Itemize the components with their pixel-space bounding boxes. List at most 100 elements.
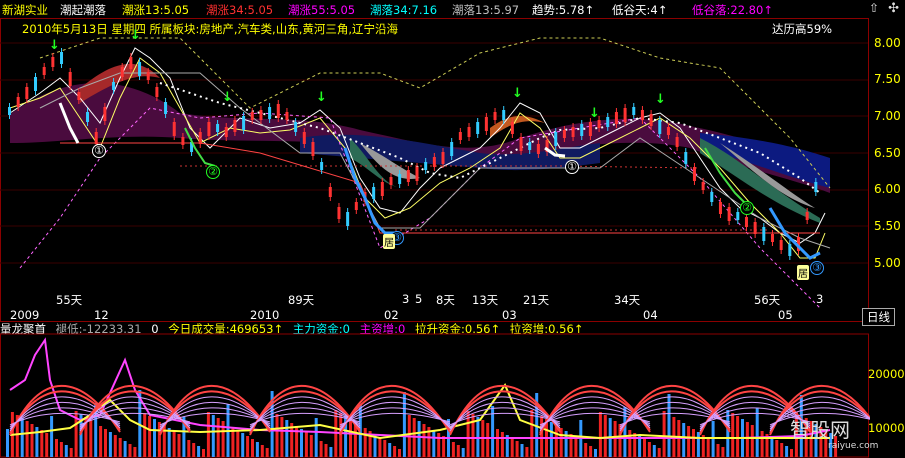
price-tick: 7.00 [874, 109, 901, 123]
volume-bar [202, 449, 205, 457]
volume-bar [652, 445, 656, 457]
volume-bar [574, 437, 578, 457]
volume-bar [378, 437, 382, 457]
cycle-label: 34天 [614, 293, 641, 307]
volume-bar [324, 444, 328, 457]
volume-bar [167, 428, 171, 457]
volume-bar [197, 446, 201, 457]
volume-bar [594, 449, 597, 457]
volume-bar [496, 429, 499, 457]
volume-bar [304, 432, 308, 457]
volume-bar [128, 444, 132, 457]
volume-bar [731, 413, 735, 457]
price-tick: 6.00 [874, 182, 901, 196]
volume-bar [192, 443, 196, 457]
buy-arrow-icon: ↓ [512, 86, 523, 101]
volume-bar [260, 445, 264, 457]
price-chart[interactable] [0, 18, 870, 322]
volume-bar [589, 446, 593, 457]
volume-bar [172, 431, 176, 457]
buy-arrow-icon: ↓ [589, 106, 600, 121]
volume-bar [99, 426, 103, 457]
volume-bar [706, 438, 710, 457]
volume-bar [45, 433, 49, 457]
volume-bar [775, 440, 779, 457]
volume-bar [510, 438, 514, 457]
volume-bar [285, 420, 289, 457]
volume-bar [275, 414, 279, 457]
marker-1b: ① [565, 160, 579, 174]
volume-bar [363, 428, 367, 457]
volume-bar [549, 422, 553, 457]
volume-bar [647, 442, 651, 457]
volume-bar [692, 429, 695, 457]
volume-bar [30, 424, 34, 457]
volume-bar [123, 441, 127, 457]
volume-bar [554, 425, 558, 457]
volume-bar [148, 416, 152, 457]
volume-bar [177, 434, 181, 457]
cycle-label: 8天 [436, 293, 455, 307]
volume-bar [206, 412, 210, 457]
marker-1: ① [92, 144, 106, 158]
volume-bar [755, 408, 759, 457]
cycle-label: 55天 [56, 293, 83, 307]
volume-bar [525, 447, 529, 457]
price-tick: 5.00 [874, 256, 901, 270]
up-arrow-icon[interactable]: ⇧ [869, 1, 879, 15]
volume-bar [657, 448, 661, 457]
volume-bar [584, 443, 588, 457]
volume-bar [760, 431, 764, 457]
watermark-text: 智股网 [790, 418, 850, 442]
volume-bar [540, 416, 544, 457]
tide55-value: 潮涨55:5.05 [288, 3, 356, 17]
volume-bar [55, 439, 58, 457]
volume-bar [187, 440, 191, 457]
cycle-label: 21天 [523, 293, 550, 307]
volume-bar [265, 448, 269, 457]
volume-bar [398, 449, 401, 457]
volume-bar [118, 438, 122, 457]
volume-bar [50, 416, 54, 457]
buy-arrow-icon: ↓ [655, 92, 666, 107]
stock-name[interactable]: 新湖实业 [2, 2, 48, 18]
tide34-value: 潮涨34:5.05 [206, 3, 274, 17]
volume-bar [241, 433, 245, 457]
sub-axis-tick: 20000 [868, 367, 905, 381]
volume-bar [682, 423, 686, 457]
volume-bar [432, 430, 436, 457]
volume-bar [530, 410, 534, 457]
buy-arrow-icon: ↓ [49, 38, 60, 53]
price-tick: 7.50 [874, 72, 901, 86]
volume-bar [349, 419, 352, 457]
volume-bar [300, 429, 303, 457]
volume-bar [716, 444, 720, 457]
watermark-sub: raiyue.com [828, 441, 879, 451]
indicator-name[interactable]: 潮起潮落 [60, 2, 106, 18]
cycle-label: 89天 [288, 293, 315, 307]
volume-bar [40, 430, 44, 457]
volume-bar [687, 426, 691, 457]
volume-bar [417, 421, 421, 457]
volume-bar [329, 447, 333, 457]
volume-bar [780, 443, 784, 457]
volume-bar [314, 418, 318, 457]
volume-bar [246, 436, 250, 457]
cycle-label: 13天 [472, 293, 499, 307]
settings-icon[interactable]: ✣ [888, 1, 899, 16]
ju-mark: 居 [797, 265, 809, 280]
volume-bar [736, 416, 740, 457]
volume-bar [153, 419, 156, 457]
price-tick: 6.50 [874, 146, 901, 160]
volume-bar [662, 411, 666, 457]
volume-bar [437, 433, 441, 457]
volume-bar [790, 449, 793, 457]
top-indicator-bar: 新湖实业 潮起潮落 潮涨13:5.05 潮涨34:5.05 潮涨55:5.05 … [0, 0, 905, 18]
low-valley-drop: 低谷落:22.80↑ [692, 3, 773, 17]
buy-arrow-icon: ↓ [130, 28, 141, 43]
volume-bar [633, 433, 637, 457]
volume-bar [108, 432, 112, 457]
volume-bar [520, 444, 524, 457]
volume-chart[interactable] [0, 320, 870, 458]
volume-bar [309, 435, 313, 457]
